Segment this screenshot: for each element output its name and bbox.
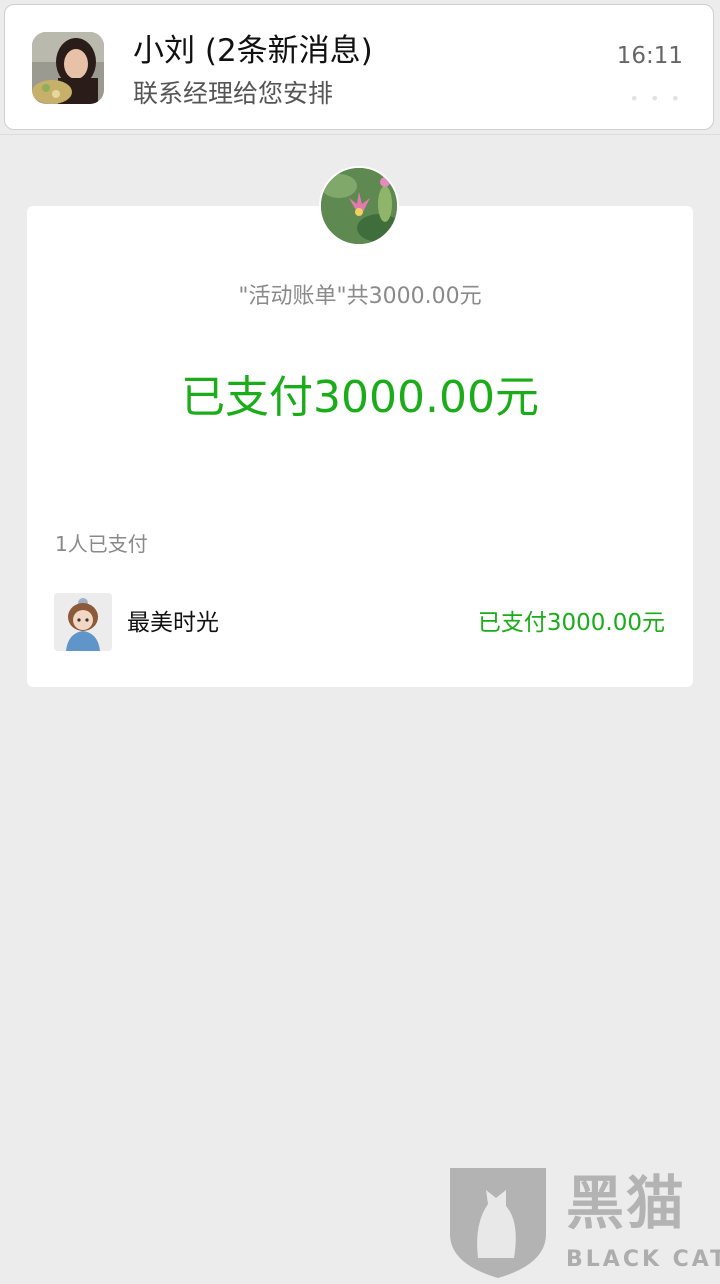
black-cat-watermark: 黑猫 BLACK CAT (448, 1164, 720, 1280)
header-divider (0, 134, 720, 135)
payer-name: 最美时光 (127, 610, 219, 636)
organizer-avatar (319, 166, 399, 246)
payer-status: 已支付3000.00元 (477, 610, 665, 636)
notification-title: 小刘 (2条新消息) (133, 33, 373, 69)
watermark-text: 黑猫 (566, 1169, 687, 1237)
paid-amount: 已支付3000.00元 (181, 372, 539, 423)
message-notification[interactable]: 小刘 (2条新消息) 联系经理给您安排 16:11 • • • (4, 4, 714, 130)
sender-avatar (32, 32, 104, 104)
watermark-subtext: BLACK CAT (566, 1247, 720, 1272)
notification-time: 16:11 (616, 43, 683, 69)
bill-total-text: "活动账单"共3000.00元 (238, 284, 482, 309)
bill-card: "活动账单"共3000.00元 已支付3000.00元 1人已支付 最美时光 已… (27, 206, 693, 687)
paid-count: 1人已支付 (55, 532, 148, 556)
notification-message: 联系经理给您安排 (133, 79, 334, 108)
payer-avatar (54, 593, 112, 651)
more-dots-icon: • • • (629, 89, 683, 108)
cat-shield-logo-icon (450, 1168, 546, 1278)
